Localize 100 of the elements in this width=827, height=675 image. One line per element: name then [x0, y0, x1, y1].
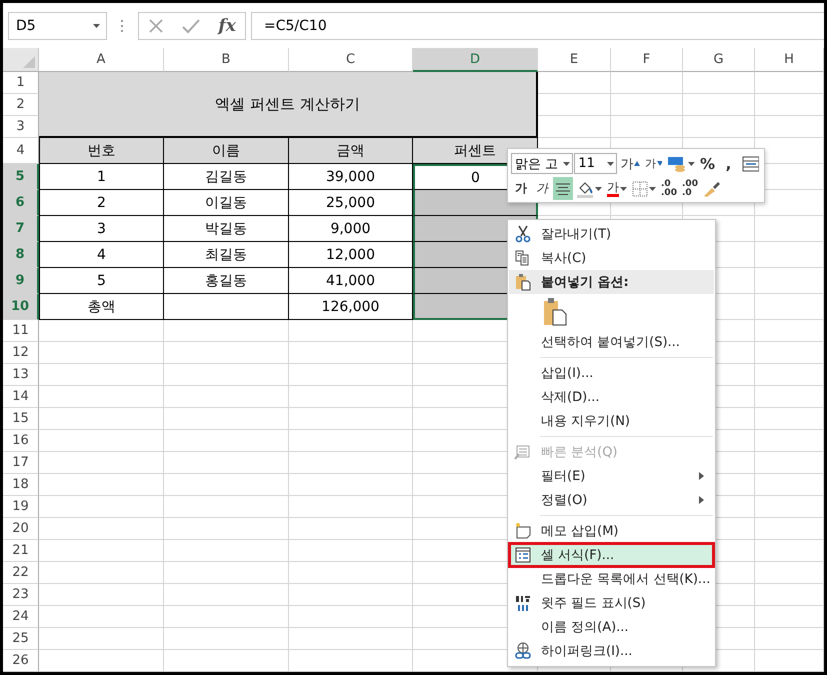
empty-cell[interactable] — [755, 116, 824, 138]
menu-item[interactable]: 삭제(D)... — [509, 385, 714, 409]
row-header[interactable]: 26 — [3, 650, 39, 672]
empty-cell[interactable] — [164, 430, 289, 452]
row-header[interactable]: 7 — [3, 216, 39, 242]
empty-cell[interactable] — [683, 94, 755, 116]
empty-cell[interactable] — [289, 364, 413, 386]
empty-cell[interactable] — [538, 72, 611, 94]
empty-cell[interactable] — [755, 294, 824, 320]
empty-cell[interactable] — [164, 408, 289, 430]
empty-cell[interactable] — [164, 364, 289, 386]
menu-item[interactable]: 복사(C) — [509, 246, 714, 270]
empty-cell[interactable] — [755, 268, 824, 294]
font-name-field[interactable]: 맑은 고 — [511, 153, 574, 174]
column-header[interactable]: A — [39, 48, 164, 72]
empty-cell[interactable] — [164, 628, 289, 650]
empty-cell[interactable] — [289, 386, 413, 408]
check-icon[interactable] — [182, 18, 200, 34]
empty-cell[interactable] — [755, 242, 824, 268]
empty-cell[interactable] — [611, 116, 683, 138]
cancel-icon[interactable] — [148, 18, 164, 34]
empty-cell[interactable] — [164, 320, 289, 342]
row-header[interactable]: 24 — [3, 606, 39, 628]
decimal-button[interactable]: .0 .00 — [659, 177, 679, 200]
column-header[interactable]: E — [538, 48, 611, 72]
menu-item[interactable]: 선택하여 붙여넣기(S)... — [509, 330, 714, 354]
row-header[interactable]: 16 — [3, 430, 39, 452]
paste-option-button[interactable] — [542, 297, 568, 327]
empty-cell[interactable] — [755, 216, 824, 242]
row-header[interactable]: 14 — [3, 386, 39, 408]
empty-cell[interactable] — [755, 562, 824, 584]
empty-cell[interactable] — [755, 540, 824, 562]
empty-cell[interactable] — [164, 540, 289, 562]
column-header[interactable]: G — [683, 48, 755, 72]
empty-cell[interactable] — [755, 386, 824, 408]
row-header[interactable]: 9 — [3, 268, 39, 294]
menu-item[interactable]: 정렬(O) — [509, 488, 714, 512]
empty-cell[interactable] — [289, 496, 413, 518]
empty-cell[interactable] — [289, 474, 413, 496]
empty-cell[interactable] — [755, 364, 824, 386]
empty-cell[interactable] — [683, 116, 755, 138]
menu-item[interactable]: 셀 서식(F)... — [509, 543, 714, 567]
empty-cell[interactable] — [755, 408, 824, 430]
row-header[interactable]: 6 — [3, 190, 39, 216]
row-header[interactable]: 13 — [3, 364, 39, 386]
empty-cell[interactable] — [755, 320, 824, 342]
row-header[interactable]: 22 — [3, 562, 39, 584]
menu-item[interactable]: 윗주 필드 표시(S) — [509, 591, 714, 615]
empty-cell[interactable] — [538, 116, 611, 138]
center-align-button[interactable] — [553, 177, 573, 200]
menu-item[interactable]: 필터(E) — [509, 464, 714, 488]
empty-cell[interactable] — [289, 408, 413, 430]
empty-cell[interactable] — [755, 474, 824, 496]
empty-cell[interactable] — [289, 342, 413, 364]
column-header[interactable]: H — [755, 48, 824, 72]
menu-item[interactable]: 이름 정의(A)... — [509, 615, 714, 639]
empty-cell[interactable] — [611, 94, 683, 116]
row-header[interactable]: 2 — [3, 94, 39, 116]
column-header[interactable]: C — [289, 48, 413, 72]
menu-item[interactable]: 메모 삽입(M) — [509, 519, 714, 543]
menu-item[interactable]: 삽입(I)... — [509, 361, 714, 385]
empty-cell[interactable] — [289, 650, 413, 672]
column-header[interactable]: D — [413, 48, 538, 72]
empty-cell[interactable] — [164, 496, 289, 518]
insert-function-button[interactable]: fx — [218, 16, 236, 36]
row-header[interactable]: 1 — [3, 72, 39, 94]
row-header[interactable]: 15 — [3, 408, 39, 430]
empty-cell[interactable] — [755, 94, 824, 116]
row-header[interactable]: 21 — [3, 540, 39, 562]
row-header[interactable]: 8 — [3, 242, 39, 268]
empty-cell[interactable] — [755, 518, 824, 540]
menu-item[interactable]: 드롭다운 목록에서 선택(K)... — [509, 567, 714, 591]
empty-cell[interactable] — [164, 518, 289, 540]
row-header[interactable]: 23 — [3, 584, 39, 606]
empty-cell[interactable] — [164, 474, 289, 496]
name-box[interactable]: D5 — [8, 12, 107, 40]
empty-cell[interactable] — [289, 628, 413, 650]
row-header[interactable]: 25 — [3, 628, 39, 650]
empty-cell[interactable] — [289, 584, 413, 606]
row-header[interactable]: 3 — [3, 116, 39, 138]
font-color-button[interactable]: 가 — [605, 177, 629, 200]
select-all-corner[interactable] — [3, 48, 39, 72]
row-header[interactable]: 17 — [3, 452, 39, 474]
empty-cell[interactable] — [289, 452, 413, 474]
empty-cell[interactable] — [289, 430, 413, 452]
empty-cell[interactable] — [755, 496, 824, 518]
empty-cell[interactable] — [683, 72, 755, 94]
menu-item[interactable]: 내용 지우기(N) — [509, 409, 714, 433]
empty-cell[interactable] — [755, 452, 824, 474]
empty-cell[interactable] — [164, 452, 289, 474]
column-header[interactable]: F — [611, 48, 683, 72]
row-header[interactable]: 12 — [3, 342, 39, 364]
empty-cell[interactable] — [755, 606, 824, 628]
empty-cell[interactable] — [755, 584, 824, 606]
empty-cell[interactable] — [755, 628, 824, 650]
empty-cell[interactable] — [289, 320, 413, 342]
number-format-button[interactable]: % — [698, 152, 718, 175]
grow-font-button[interactable]: 가 — [618, 152, 642, 175]
menu-item[interactable]: 하이퍼링크(I)... — [509, 639, 714, 663]
column-header[interactable]: B — [164, 48, 289, 72]
